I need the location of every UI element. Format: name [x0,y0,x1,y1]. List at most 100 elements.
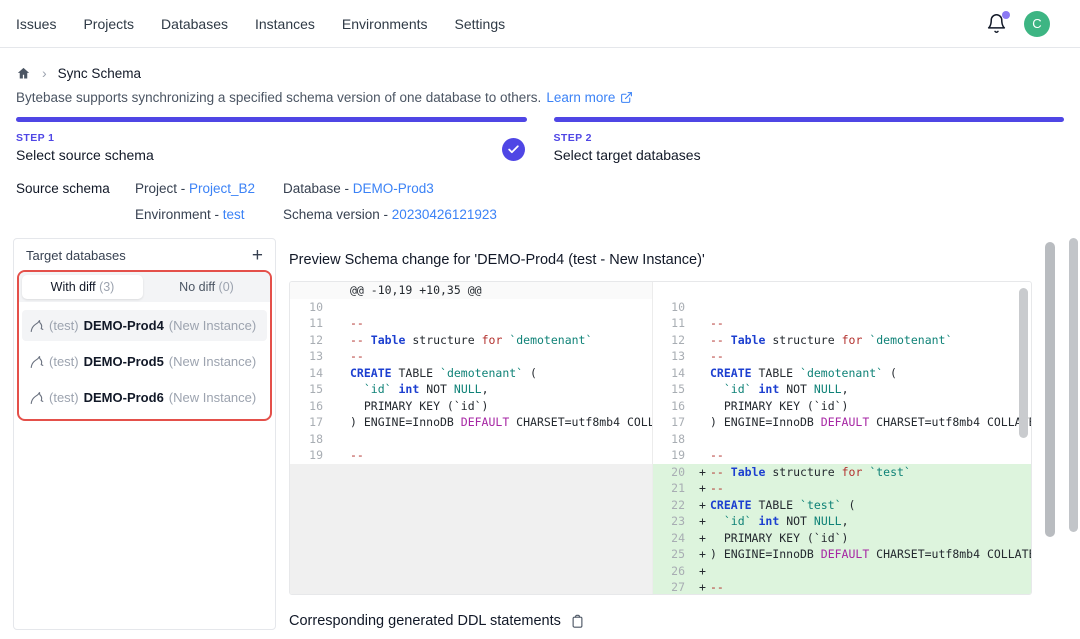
diff-marker [695,381,710,398]
source-field-value[interactable]: 20230426121923 [392,207,497,222]
nav-item-projects[interactable]: Projects [83,16,134,32]
code-token: Table [371,333,406,347]
notification-dot [1002,11,1010,19]
learn-more-link[interactable]: Learn more [546,90,615,105]
preview-title: Preview Schema change for 'DEMO-Prod4 (t… [289,252,705,268]
diff-line: 15 `id` int NOT NULL, [290,381,652,398]
diff-line: 12-- Table structure for `demotenant` [290,332,652,349]
copy-ddl-button[interactable] [570,614,585,629]
diff-pane-source: @@ -10,19 +10,35 @@1011--12-- Table stru… [290,282,653,594]
diff-marker [335,332,350,349]
code-token [724,333,731,347]
code-token [364,333,371,347]
line-number: 10 [290,299,335,316]
copy-icon [570,614,585,629]
external-link-icon[interactable] [620,91,633,104]
code-token: int [759,382,780,396]
code-content: -- [710,315,1031,332]
code-token: CREATE [710,498,752,512]
editor-scrollbar-thumb[interactable] [1019,288,1028,438]
code-token: CREATE [350,366,392,380]
tab-label: With diff [51,280,99,294]
target-databases-annotated-box: With diff (3)No diff (0) (test)DEMO-Prod… [17,270,272,421]
database-row[interactable]: (test)DEMO-Prod6(New Instance) [22,382,267,413]
nav-item-issues[interactable]: Issues [16,16,56,32]
line-number: 13 [653,348,695,365]
diff-pane-target: 1011--12-- Table structure for `demotena… [653,282,1031,594]
database-row[interactable]: (test)DEMO-Prod5(New Instance) [22,346,267,377]
code-token: -- [710,465,724,479]
source-field-value[interactable]: test [223,207,245,222]
source-field: Project - Project_B2 [135,181,283,196]
code-token: NULL [814,514,842,528]
code-token: CHARSET=utf8mb4 COLLATE [509,415,652,429]
code-content: CREATE TABLE `demotenant` ( [710,365,1031,382]
code-token: -- [710,349,724,363]
step-1-label: STEP 1 [16,132,527,144]
code-token: ( [523,366,537,380]
diff-marker [695,315,710,332]
database-note: (New Instance) [169,390,256,405]
code-content: PRIMARY KEY (`id`) [350,398,652,415]
code-token: CREATE [710,366,752,380]
nav-item-databases[interactable]: Databases [161,16,228,32]
database-name: DEMO-Prod6 [84,390,164,405]
diff-marker: + [695,579,710,594]
code-token: ) ENGINE=InnoDB [710,547,821,561]
diff-marker [335,447,350,464]
code-token: structure [765,465,841,479]
source-field: Schema version - 20230426121923 [283,207,497,222]
target-databases-header: Target databases + [14,239,275,270]
step-1-progress-bar [16,117,527,122]
code-token: -- [350,349,364,363]
notifications-button[interactable] [986,13,1008,35]
source-field-value[interactable]: Project_B2 [189,181,255,196]
code-token: `demotenant` [800,366,883,380]
code-content: ) ENGINE=InnoDB DEFAULT CHARSET=utf8mb4 … [710,546,1031,563]
diff-line: 13 -- [290,348,652,365]
database-row[interactable]: (test)DEMO-Prod4(New Instance) [22,310,267,341]
nav-item-instances[interactable]: Instances [255,16,315,32]
diff-line: 25+) ENGINE=InnoDB DEFAULT CHARSET=utf8m… [653,546,1031,563]
source-field-value[interactable]: DEMO-Prod3 [353,181,434,196]
source-field-name: Schema version - [283,207,392,222]
diff-marker: + [695,497,710,514]
schema-diff-editor: @@ -10,19 +10,35 @@1011--12-- Table stru… [289,281,1032,595]
tab-no-diff[interactable]: No diff (0) [146,275,267,299]
code-token: Table [731,333,766,347]
diff-marker [695,414,710,431]
step-2-progress-bar [554,117,1065,122]
diff-marker [695,447,710,464]
home-icon[interactable] [16,66,31,81]
window-scrollbar-thumb[interactable] [1069,238,1078,532]
line-number: 16 [290,398,335,415]
content-scrollbar-thumb[interactable] [1045,242,1055,537]
diff-marker [335,299,350,316]
nav-item-settings[interactable]: Settings [455,16,506,32]
code-token: , [842,382,849,396]
avatar[interactable]: C [1024,11,1050,37]
code-content [710,299,1031,316]
code-content: -- [710,348,1031,365]
code-token: ) ENGINE=InnoDB [710,415,821,429]
code-content: `id` int NOT NULL, [710,513,1031,530]
nav-item-environments[interactable]: Environments [342,16,428,32]
tab-with-diff[interactable]: With diff (3) [22,275,143,299]
code-token: for [842,333,863,347]
diff-line: 19-- [653,447,1031,464]
line-number: 13 [290,348,335,365]
code-token: PRIMARY KEY (`id`) [710,531,848,545]
code-token: `id` [724,382,752,396]
diff-marker [335,348,350,365]
code-content: -- Table structure for `demotenant` [350,332,652,349]
line-number: 11 [290,315,335,332]
code-token: ( [883,366,897,380]
diff-line [653,282,1031,299]
code-token [392,382,399,396]
diff-marker [695,348,710,365]
code-token: `test` [800,498,842,512]
add-target-database-button[interactable]: + [252,249,263,263]
line-number [290,282,335,299]
code-token: CHARSET=utf8mb4 COLLATE [869,415,1031,429]
code-token: `id` [724,514,752,528]
